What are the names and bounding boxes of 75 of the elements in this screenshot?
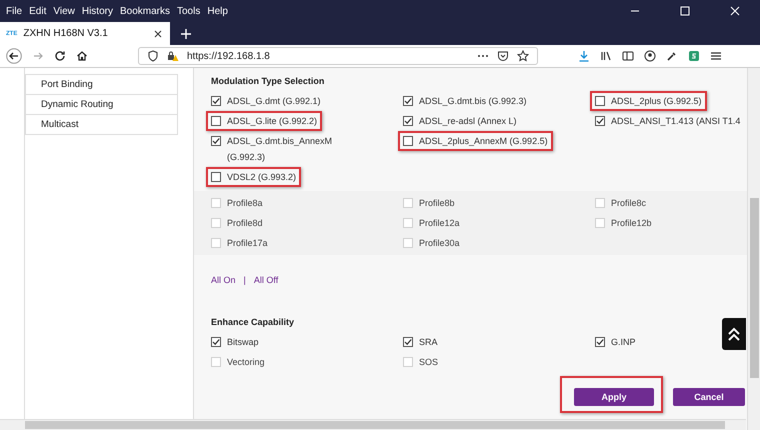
checkbox[interactable] xyxy=(211,116,221,126)
extension-icon[interactable] xyxy=(688,50,700,62)
home-icon[interactable] xyxy=(76,50,88,62)
library-icon[interactable] xyxy=(600,50,612,62)
option-label: ADSL_G.dmt.bis (G.992.3) xyxy=(419,95,527,108)
eyedropper-icon[interactable] xyxy=(666,50,678,62)
menu-item[interactable]: Help xyxy=(205,6,233,16)
menu-item[interactable]: History xyxy=(80,6,118,16)
option-label: ADSL_re-adsl (Annex L) xyxy=(419,115,517,128)
account-icon[interactable] xyxy=(644,50,656,62)
option-label: Profile30a xyxy=(419,237,460,250)
option-label: Profile12a xyxy=(419,217,460,230)
checkbox[interactable] xyxy=(211,96,221,106)
horizontal-scrollbar[interactable] xyxy=(0,419,746,430)
option-label: Bitswap xyxy=(227,336,259,349)
maximize-icon[interactable] xyxy=(679,5,691,17)
option-label: SRA xyxy=(419,336,438,349)
close-icon[interactable] xyxy=(152,28,164,40)
menu-item[interactable]: Edit xyxy=(27,6,52,16)
checkbox[interactable] xyxy=(403,337,413,347)
option-label: ADSL_G.dmt.bis_AnnexM (G.992.3) xyxy=(227,135,334,164)
option-label: VDSL2 (G.993.2) xyxy=(227,171,296,184)
checkbox[interactable] xyxy=(595,337,605,347)
pocket-icon[interactable] xyxy=(497,50,509,62)
option-label: Profile8b xyxy=(419,197,455,210)
download-icon[interactable] xyxy=(578,50,590,62)
star-icon[interactable] xyxy=(517,50,529,62)
checkbox[interactable] xyxy=(211,172,221,182)
double-chevron-up-icon xyxy=(727,326,741,342)
cancel-button[interactable]: Cancel xyxy=(673,388,745,406)
sidebar-item[interactable]: Dynamic Routing xyxy=(26,94,177,114)
section-title: Modulation Type Selection xyxy=(211,76,326,86)
option-label: Profile12b xyxy=(611,217,652,230)
checkbox[interactable] xyxy=(403,116,413,126)
option-label: Profile17a xyxy=(227,237,268,250)
all-off-link[interactable]: All Off xyxy=(254,275,278,285)
link-separator: | xyxy=(244,275,246,285)
option-label: ADSL_2plus (G.992.5) xyxy=(611,95,702,108)
checkbox[interactable] xyxy=(403,96,413,106)
vertical-scrollbar[interactable] xyxy=(747,68,760,430)
warning-lock-icon xyxy=(167,50,179,62)
option-label: Vectoring xyxy=(227,356,265,369)
apply-button[interactable]: Apply xyxy=(574,388,654,406)
checkbox[interactable] xyxy=(595,96,605,106)
all-on-link[interactable]: All On xyxy=(211,275,236,285)
option-label: Profile8c xyxy=(611,197,646,210)
menu-item[interactable]: Tools xyxy=(175,6,206,16)
sidebar-icon[interactable] xyxy=(622,50,634,62)
address-bar[interactable]: https://192.168.1.8 xyxy=(138,47,538,65)
option-label: G.INP xyxy=(611,336,636,349)
shield-icon xyxy=(147,50,159,62)
menu-icon[interactable] xyxy=(710,50,722,62)
option-label: Profile8a xyxy=(227,197,263,210)
checkbox[interactable] xyxy=(211,136,221,146)
option-label: ADSL_G.dmt (G.992.1) xyxy=(227,95,321,108)
url-text: https://192.168.1.8 xyxy=(187,50,271,62)
option-label: Profile8d xyxy=(227,217,263,230)
close-icon[interactable] xyxy=(729,5,741,17)
menu-item[interactable]: View xyxy=(51,6,80,16)
checkbox[interactable] xyxy=(403,136,413,146)
plus-icon[interactable] xyxy=(180,28,192,40)
tab-title: ZXHN H168N V3.1 xyxy=(23,28,109,39)
option-label: ADSL_2plus_AnnexM (G.992.5) xyxy=(419,135,548,148)
scroll-top-button[interactable] xyxy=(722,318,746,350)
sidebar-item[interactable]: Port Binding xyxy=(26,74,177,94)
option-label: ADSL_G.lite (G.992.2) xyxy=(227,115,318,128)
option-label: SOS xyxy=(419,356,438,369)
checkbox[interactable] xyxy=(595,116,605,126)
menu-item[interactable]: Bookmarks xyxy=(118,6,175,16)
option-label: ADSL_ANSI_T1.413 (ANSI T1.4 xyxy=(611,115,740,128)
checkbox[interactable] xyxy=(211,337,221,347)
sidebar-item[interactable]: Multicast xyxy=(26,114,177,134)
reload-icon[interactable] xyxy=(54,50,66,62)
section-title: Enhance Capability xyxy=(211,317,296,327)
menu-item[interactable]: File xyxy=(4,6,28,16)
